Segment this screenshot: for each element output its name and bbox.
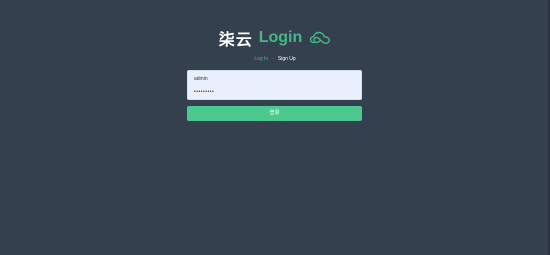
- auth-switch: Log In · Sign Up: [0, 55, 550, 63]
- login-submit-button[interactable]: 登录: [187, 106, 362, 121]
- login-form-card: admin •••••••••: [187, 70, 362, 100]
- login-tab[interactable]: Log In: [254, 55, 268, 63]
- signup-tab[interactable]: Sign Up: [278, 55, 296, 63]
- auth-separator: ·: [272, 56, 274, 62]
- username-input[interactable]: admin: [194, 74, 355, 84]
- login-page: 柒云 Login Log In · Sign Up admin ••••••••…: [0, 0, 550, 255]
- password-input[interactable]: •••••••••: [194, 87, 355, 97]
- brand-header: 柒云 Login: [0, 27, 550, 49]
- brand-chinese-text: 柒云: [218, 32, 253, 49]
- brand-title: Login: [258, 29, 303, 46]
- cloud-icon: [309, 31, 331, 45]
